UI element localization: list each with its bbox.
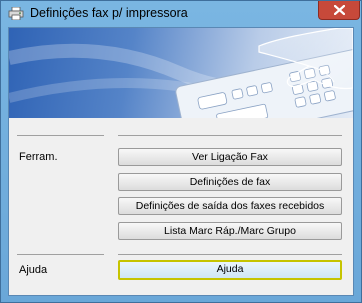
help-label: Ajuda [19,264,48,276]
app-window: Definições fax p/ impressora Ferram. Ver… [0,0,362,303]
tools-label: Ferram. [19,151,58,163]
view-fax-connection-button[interactable]: Ver Ligação Fax [118,148,342,166]
help-button[interactable]: Ajuda [118,260,342,280]
close-icon [334,5,345,15]
window-title: Definições fax p/ impressora [30,6,188,20]
speed-dial-group-list-button[interactable]: Lista Marc Ráp./Marc Grupo [118,222,342,240]
received-fax-output-settings-button[interactable]: Definições de saída dos faxes recebidos [118,197,342,215]
help-divider-left [17,254,104,255]
dialog-content: Ferram. Ver Ligação Fax Definições de fa… [8,27,354,296]
banner-image [9,28,353,118]
tools-panel: Ferram. Ver Ligação Fax Definições de fa… [9,118,353,295]
title-bar[interactable]: Definições fax p/ impressora [1,1,361,27]
help-divider-right [118,254,342,255]
fax-settings-button[interactable]: Definições de fax [118,173,342,191]
tools-divider-right [118,135,342,136]
printer-fax-icon [8,6,24,21]
close-button[interactable] [318,1,360,20]
tools-divider-left [17,135,104,136]
